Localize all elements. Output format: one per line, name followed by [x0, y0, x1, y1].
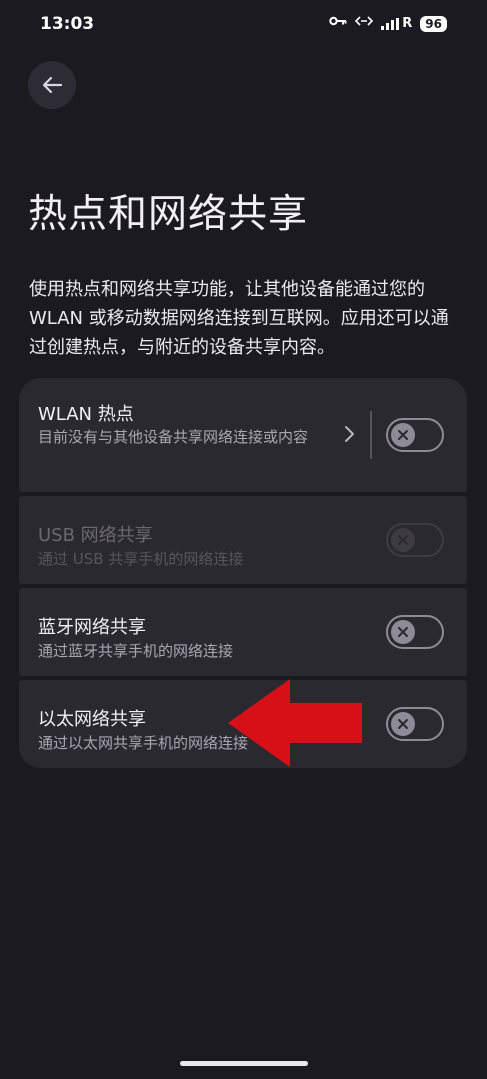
setting-subtitle: 通过蓝牙共享手机的网络连接 [38, 642, 234, 660]
close-icon [397, 429, 409, 441]
wlan-hotspot-toggle[interactable] [386, 418, 444, 452]
setting-wlan-hotspot[interactable]: WLAN 热点 目前没有与其他设备共享网络连接或内容 [19, 378, 467, 492]
key-icon [329, 15, 347, 32]
arrow-left-icon [41, 74, 63, 96]
status-time: 13:03 [40, 14, 95, 34]
switch-thumb [391, 712, 415, 736]
switch-thumb [391, 620, 415, 644]
signal-roaming-label: R [402, 15, 413, 31]
page-title: 热点和网络共享 [28, 192, 309, 237]
setting-title: USB 网络共享 [38, 525, 153, 546]
close-icon [397, 626, 409, 638]
chevron-right-icon[interactable] [337, 421, 363, 447]
setting-subtitle: 通过 USB 共享手机的网络连接 [38, 550, 244, 568]
data-transfer-icon [355, 15, 374, 32]
setting-title: 以太网络共享 [38, 709, 146, 730]
status-bar: 13:03 R 96 [0, 0, 487, 52]
signal-icon: R [381, 16, 412, 32]
vertical-divider [370, 411, 372, 459]
close-icon [397, 534, 409, 546]
switch-thumb [391, 423, 415, 447]
bluetooth-tethering-toggle[interactable] [386, 615, 444, 649]
setting-usb-tethering: USB 网络共享 通过 USB 共享手机的网络连接 [19, 496, 467, 584]
setting-title: WLAN 热点 [38, 404, 134, 425]
annotation-arrow-icon [228, 679, 362, 767]
ethernet-tethering-toggle[interactable] [386, 707, 444, 741]
setting-bluetooth-tethering[interactable]: 蓝牙网络共享 通过蓝牙共享手机的网络连接 [19, 588, 467, 676]
setting-title: 蓝牙网络共享 [38, 617, 146, 638]
setting-subtitle: 通过以太网共享手机的网络连接 [38, 734, 249, 752]
status-icons: R 96 [329, 15, 447, 32]
back-button[interactable] [28, 61, 76, 109]
battery-indicator: 96 [420, 15, 447, 32]
page-description: 使用热点和网络共享功能，让其他设备能通过您的 WLAN 或移动数据网络连接到互联… [29, 279, 449, 358]
usb-tethering-toggle [386, 523, 444, 557]
switch-thumb [391, 528, 415, 552]
close-icon [397, 718, 409, 730]
home-indicator[interactable] [180, 1061, 308, 1066]
setting-subtitle: 目前没有与其他设备共享网络连接或内容 [38, 428, 309, 446]
